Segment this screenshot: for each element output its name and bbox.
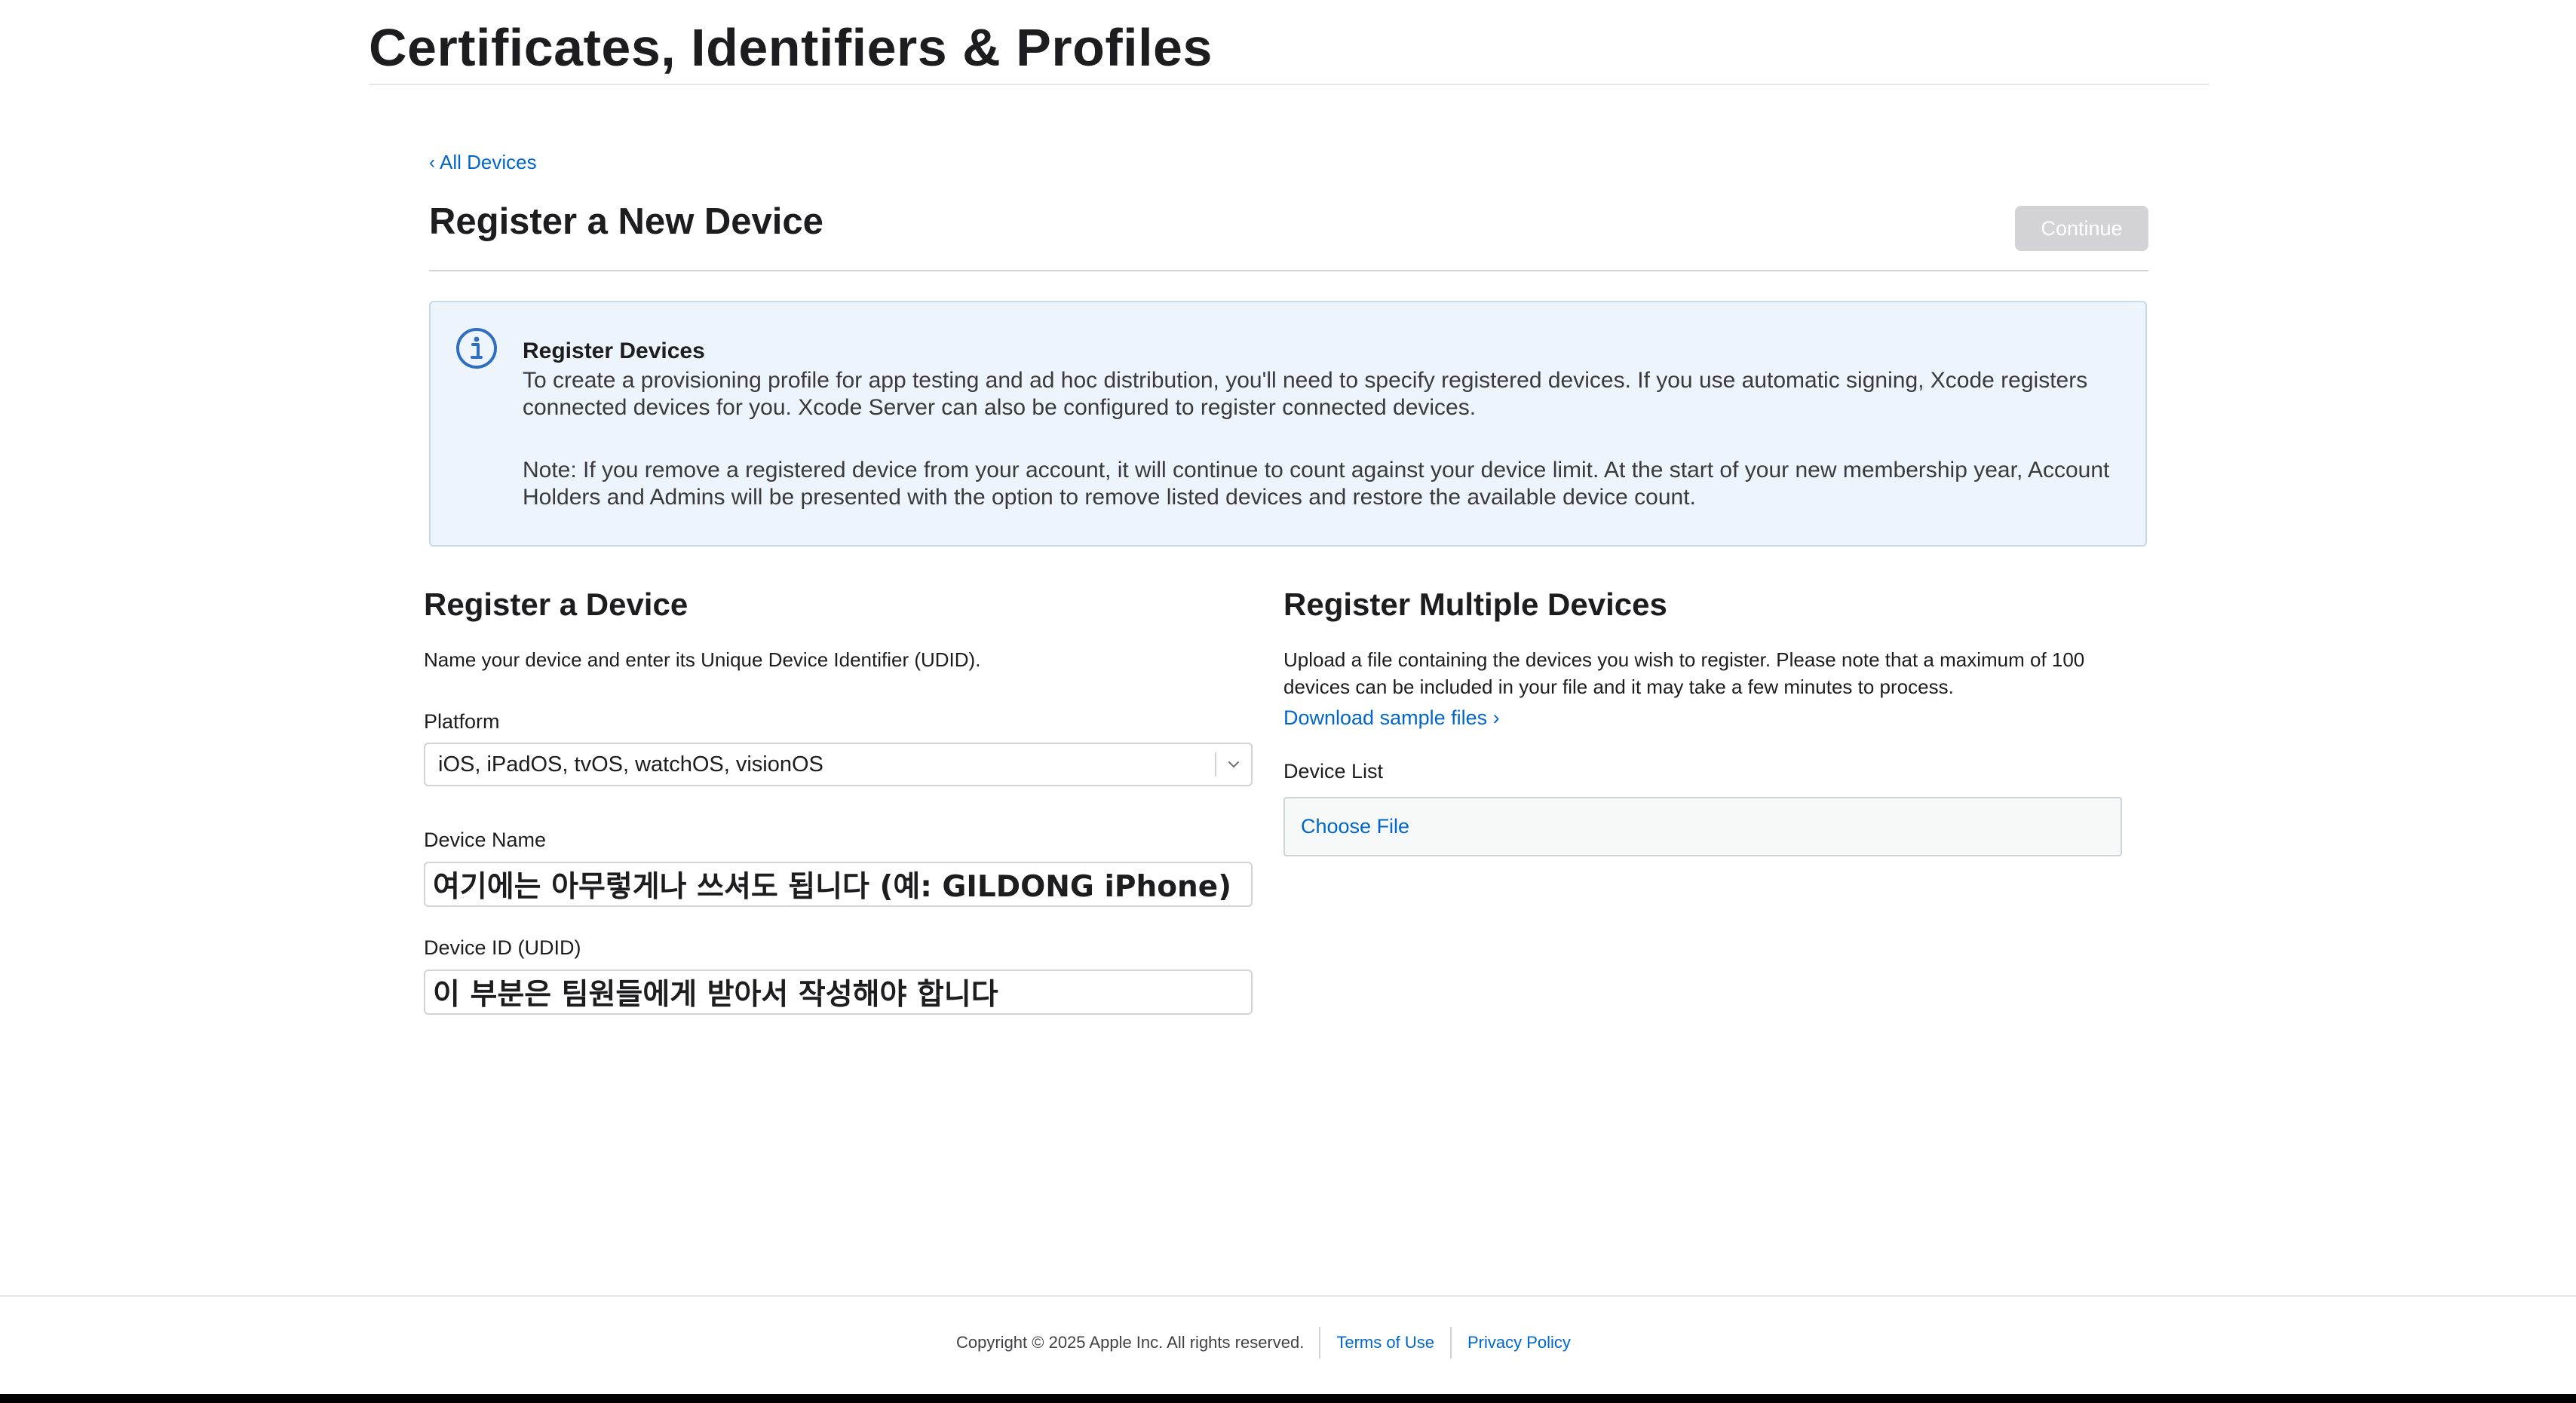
footer: Copyright © 2025 Apple Inc. All rights r… xyxy=(0,1295,2576,1395)
register-device-heading: Register a Device xyxy=(424,587,688,622)
info-title: Register Devices xyxy=(523,338,705,363)
register-device-section: Register a Device Name your device and e… xyxy=(424,584,1253,1015)
terms-of-use-link[interactable]: Terms of Use xyxy=(1320,1333,1450,1352)
all-devices-link[interactable]: ‹ All Devices xyxy=(429,151,537,174)
info-paragraph-1: To create a provisioning profile for app… xyxy=(523,368,2088,420)
all-devices-label: All Devices xyxy=(440,151,537,173)
page-title: Certificates, Identifiers & Profiles xyxy=(369,18,1213,77)
chevron-right-icon: › xyxy=(1492,706,1500,729)
info-circle-icon xyxy=(456,328,497,369)
platform-label: Platform xyxy=(424,710,500,733)
register-multiple-heading: Register Multiple Devices xyxy=(1283,587,1667,622)
info-panel: Register Devices To create a provisionin… xyxy=(429,301,2147,547)
continue-button[interactable]: Continue xyxy=(2015,206,2148,251)
choose-file-button[interactable]: Choose File xyxy=(1285,815,1409,838)
device-id-label: Device ID (UDID) xyxy=(424,936,581,959)
register-multiple-section: Register Multiple Devices Upload a file … xyxy=(1283,584,2122,856)
page-header: Certificates, Identifiers & Profiles xyxy=(369,18,2209,85)
chevron-down-icon xyxy=(1216,761,1251,768)
footer-links: Copyright © 2025 Apple Inc. All rights r… xyxy=(956,1327,1587,1359)
copyright-text: Copyright © 2025 Apple Inc. All rights r… xyxy=(956,1333,1305,1352)
privacy-policy-link[interactable]: Privacy Policy xyxy=(1452,1333,1587,1352)
device-list-file-input[interactable]: Choose File xyxy=(1283,797,2122,856)
platform-select[interactable]: iOS, iPadOS, tvOS, watchOS, visionOS xyxy=(424,743,1253,786)
device-name-input[interactable]: 여기에는 아무렇게나 쓰셔도 됩니다 (예: GILDONG iPhone) xyxy=(424,862,1253,907)
download-sample-files-link[interactable]: Download sample files › xyxy=(1283,706,1500,730)
chevron-left-icon: ‹ xyxy=(429,152,435,173)
register-new-device-title: Register a New Device xyxy=(429,201,823,242)
device-id-input[interactable]: 이 부분은 팀원들에게 받아서 작성해야 합니다 xyxy=(424,970,1253,1015)
platform-select-value: iOS, iPadOS, tvOS, watchOS, visionOS xyxy=(438,752,823,777)
device-name-label: Device Name xyxy=(424,829,547,851)
device-list-label: Device List xyxy=(1283,760,1384,783)
download-sample-files-label: Download sample files xyxy=(1283,706,1488,729)
window-frame-edge xyxy=(0,1394,2576,1403)
info-paragraph-2: Note: If you remove a registered device … xyxy=(523,458,2110,510)
register-device-description: Name your device and enter its Unique De… xyxy=(424,648,981,671)
register-multiple-description: Upload a file containing the devices you… xyxy=(1283,648,2085,698)
title-divider xyxy=(429,270,2148,271)
